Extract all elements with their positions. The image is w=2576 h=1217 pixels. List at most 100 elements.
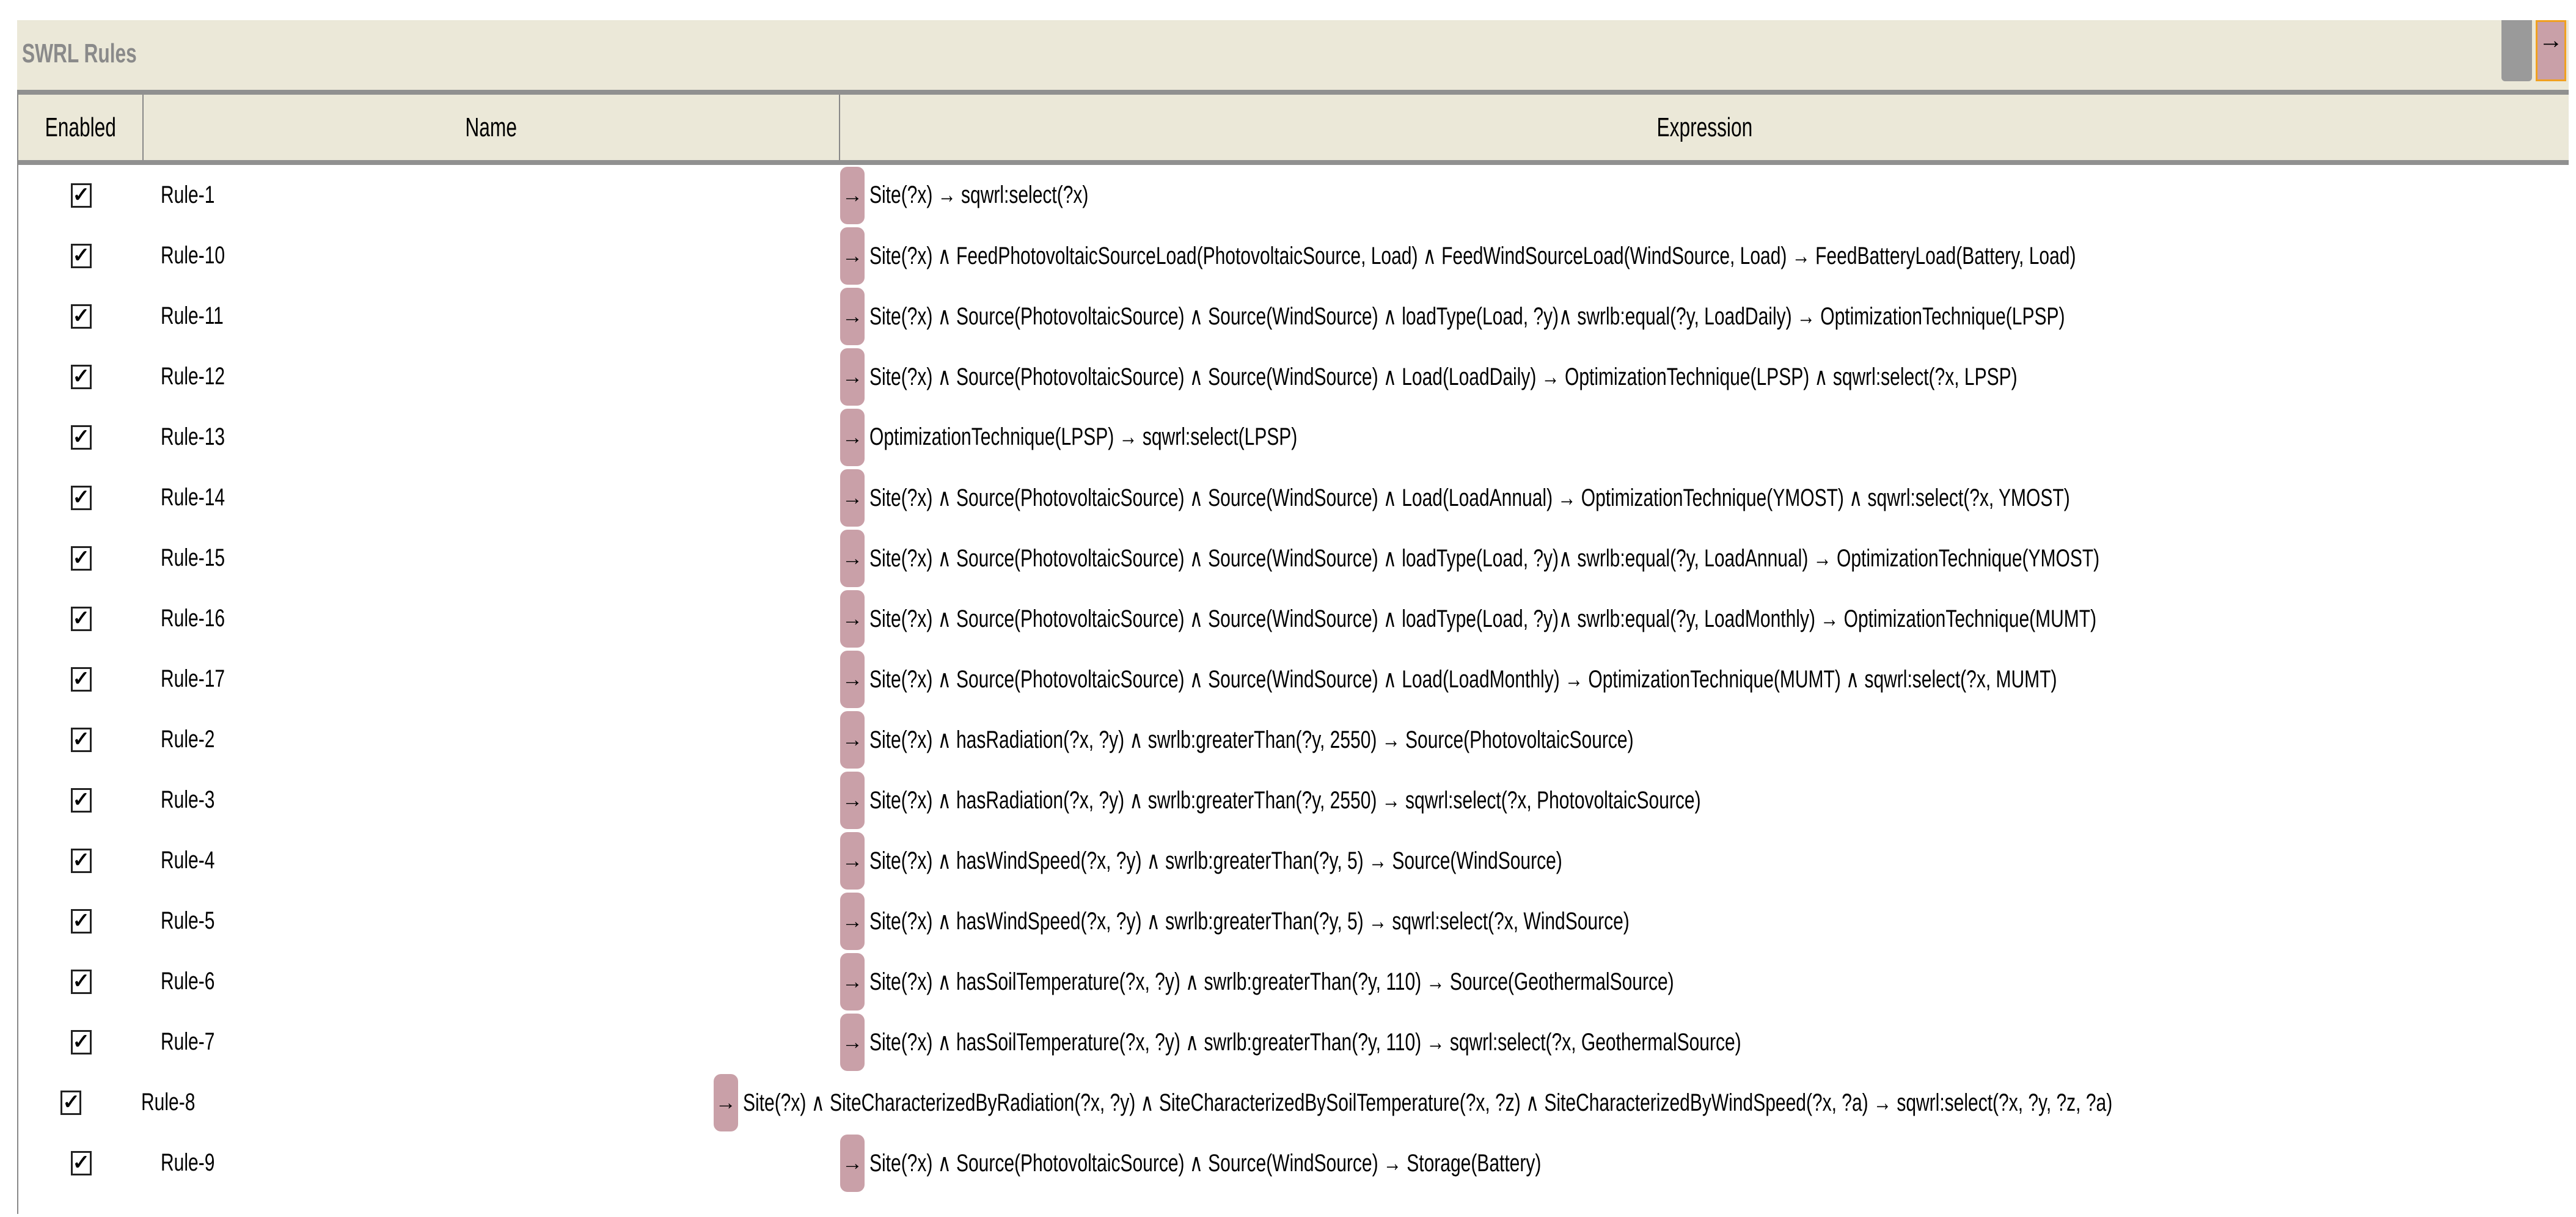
rule-name-text: Rule-13 — [161, 423, 225, 450]
table-body: ✓ Rule-1 → Site(?x) → sqwrl:select(?x) ✓ R… — [18, 165, 2569, 1193]
table-row[interactable]: ✓ Rule-9 → Site(?x) ∧ Source(Photovoltaic… — [18, 1133, 2569, 1193]
add-rule-button[interactable]: → — [2536, 20, 2566, 81]
rule-name-text: Rule-11 — [161, 302, 224, 329]
enabled-checkbox[interactable]: ✓ — [70, 546, 92, 571]
rule-expression-text: Site(?x) ∧ hasRadiation(?x, ?y) ∧ swrlb:… — [869, 726, 1634, 753]
rule-name[interactable]: Rule-5 — [144, 907, 840, 935]
rule-name[interactable]: Rule-6 — [144, 968, 840, 995]
table-row[interactable]: ✓ Rule-12 → Site(?x) ∧ Source(Photovoltai… — [18, 346, 2569, 407]
rule-expression[interactable]: → Site(?x) ∧ FeedPhotovoltaicSourceLoad(P… — [840, 227, 2569, 285]
column-label: Expression — [1656, 112, 1752, 142]
rule-expression-text: Site(?x) ∧ hasRadiation(?x, ?y) ∧ swrlb:… — [869, 786, 1701, 814]
enabled-checkbox[interactable]: ✓ — [70, 364, 92, 389]
column-header-expression[interactable]: Expression — [840, 95, 2569, 160]
rule-arrow-icon: → — [840, 711, 865, 769]
rule-name[interactable]: Rule-10 — [144, 242, 840, 269]
rule-arrow-icon: → — [840, 1013, 865, 1071]
rule-arrow-icon: → — [840, 952, 865, 1011]
rule-expression[interactable]: → Site(?x) ∧ Source(PhotovoltaicSource) ∧… — [840, 348, 2569, 406]
rule-name[interactable]: Rule-15 — [144, 544, 840, 572]
rule-expression[interactable]: → Site(?x) ∧ hasSoilTemperature(?x, ?y) ∧… — [840, 952, 2569, 1011]
enabled-cell: ✓ — [18, 969, 144, 994]
table-row[interactable]: ✓ Rule-17 → Site(?x) ∧ Source(Photovoltai… — [18, 649, 2569, 709]
rule-name[interactable]: Rule-7 — [144, 1028, 840, 1056]
rule-name[interactable]: Rule-2 — [144, 726, 840, 753]
table-row[interactable]: ✓ Rule-11 → Site(?x) ∧ Source(Photovoltai… — [18, 286, 2569, 346]
enabled-checkbox[interactable]: ✓ — [70, 788, 92, 813]
table-row[interactable]: ✓ Rule-3 → Site(?x) ∧ hasRadiation(?x, ?y… — [18, 770, 2569, 830]
rule-name[interactable]: Rule-4 — [144, 847, 840, 874]
enabled-checkbox[interactable]: ✓ — [70, 425, 92, 450]
table-row[interactable]: ✓ Rule-8 → Site(?x) ∧ SiteCharacterizedBy… — [18, 1072, 2569, 1133]
table-row[interactable]: ✓ Rule-5 → Site(?x) ∧ hasWindSpeed(?x, ?y… — [18, 891, 2569, 951]
table-row[interactable]: ✓ Rule-14 → Site(?x) ∧ Source(Photovoltai… — [18, 467, 2569, 528]
enabled-checkbox[interactable]: ✓ — [70, 606, 92, 631]
rule-expression[interactable]: → Site(?x) ∧ hasRadiation(?x, ?y) ∧ swrlb… — [840, 711, 2569, 769]
rule-expression-text: Site(?x) ∧ hasWindSpeed(?x, ?y) ∧ swrlb:… — [869, 907, 1630, 935]
enabled-checkbox[interactable]: ✓ — [70, 969, 92, 994]
enabled-cell: ✓ — [18, 788, 144, 813]
rule-expression-text: Site(?x) ∧ hasWindSpeed(?x, ?y) ∧ swrlb:… — [869, 847, 1562, 874]
enabled-checkbox[interactable]: ✓ — [70, 848, 92, 873]
enabled-checkbox[interactable]: ✓ — [60, 1090, 82, 1115]
rule-name-text: Rule-14 — [161, 484, 225, 511]
enabled-checkbox[interactable]: ✓ — [70, 183, 92, 208]
rule-name[interactable]: Rule-13 — [144, 423, 840, 451]
rule-name[interactable]: Rule-8 — [124, 1089, 714, 1116]
rule-expression[interactable]: → Site(?x) ∧ Source(PhotovoltaicSource) ∧… — [840, 529, 2569, 587]
table-row[interactable]: ✓ Rule-10 → Site(?x) ∧ FeedPhotovoltaicSo… — [18, 225, 2569, 286]
rule-expression[interactable]: → Site(?x) ∧ Source(PhotovoltaicSource) ∧… — [840, 1134, 2569, 1192]
rule-expression[interactable]: → Site(?x) ∧ hasWindSpeed(?x, ?y) ∧ swrlb… — [840, 892, 2569, 950]
rule-expression-text: Site(?x) ∧ Source(PhotovoltaicSource) ∧ … — [869, 302, 2065, 330]
rule-name[interactable]: Rule-1 — [144, 181, 840, 209]
rule-expression[interactable]: → Site(?x) ∧ Source(PhotovoltaicSource) ∧… — [840, 287, 2569, 345]
enabled-cell: ✓ — [18, 304, 144, 329]
enabled-cell: ✓ — [18, 1029, 144, 1054]
enabled-checkbox[interactable]: ✓ — [70, 1150, 92, 1175]
rule-expression[interactable]: → Site(?x) ∧ hasRadiation(?x, ?y) ∧ swrlb… — [840, 771, 2569, 829]
rule-name[interactable]: Rule-16 — [144, 605, 840, 632]
table-row[interactable]: ✓ Rule-16 → Site(?x) ∧ Source(Photovoltai… — [18, 588, 2569, 649]
table-row[interactable]: ✓ Rule-2 → Site(?x) ∧ hasRadiation(?x, ?y… — [18, 709, 2569, 770]
rule-arrow-icon: → — [840, 590, 865, 648]
rule-name[interactable]: Rule-12 — [144, 363, 840, 390]
delete-rule-button[interactable] — [2501, 20, 2532, 81]
rule-expression[interactable]: → Site(?x) ∧ hasSoilTemperature(?x, ?y) ∧… — [840, 1013, 2569, 1071]
table-row[interactable]: ✓ Rule-13 → OptimizationTechnique(LPSP) →… — [18, 407, 2569, 467]
table-row[interactable]: ✓ Rule-1 → Site(?x) → sqwrl:select(?x) — [18, 165, 2569, 225]
rule-name[interactable]: Rule-17 — [144, 665, 840, 693]
column-header-name[interactable]: Name — [144, 95, 840, 160]
enabled-checkbox[interactable]: ✓ — [70, 485, 92, 510]
rule-expression[interactable]: → Site(?x) ∧ Source(PhotovoltaicSource) ∧… — [840, 650, 2569, 708]
enabled-checkbox[interactable]: ✓ — [70, 243, 92, 268]
rule-expression-text: Site(?x) ∧ hasSoilTemperature(?x, ?y) ∧ … — [869, 968, 1674, 995]
rule-name[interactable]: Rule-14 — [144, 484, 840, 511]
enabled-checkbox[interactable]: ✓ — [70, 1029, 92, 1054]
rule-expression-text: Site(?x) ∧ hasSoilTemperature(?x, ?y) ∧ … — [869, 1028, 1741, 1056]
rule-arrow-icon: → — [840, 892, 865, 950]
table-row[interactable]: ✓ Rule-15 → Site(?x) ∧ Source(Photovoltai… — [18, 528, 2569, 588]
table-row[interactable]: ✓ Rule-7 → Site(?x) ∧ hasSoilTemperature(… — [18, 1012, 2569, 1072]
rule-expression[interactable]: → Site(?x) ∧ Source(PhotovoltaicSource) ∧… — [840, 469, 2569, 527]
enabled-checkbox[interactable]: ✓ — [70, 667, 92, 692]
rule-expression[interactable]: → Site(?x) ∧ SiteCharacterizedByRadiation… — [713, 1073, 2569, 1131]
rule-arrow-icon: → — [840, 469, 865, 527]
rule-expression-text: Site(?x) ∧ Source(PhotovoltaicSource) ∧ … — [869, 363, 2018, 390]
rule-expression[interactable]: → OptimizationTechnique(LPSP) → sqwrl:sel… — [840, 408, 2569, 466]
rule-name[interactable]: Rule-3 — [144, 786, 840, 814]
table-row[interactable]: ✓ Rule-6 → Site(?x) ∧ hasSoilTemperature(… — [18, 951, 2569, 1012]
enabled-cell: ✓ — [18, 243, 144, 268]
rule-expression[interactable]: → Site(?x) ∧ hasWindSpeed(?x, ?y) ∧ swrlb… — [840, 831, 2569, 890]
rule-name[interactable]: Rule-11 — [144, 302, 840, 330]
enabled-checkbox[interactable]: ✓ — [70, 727, 92, 752]
enabled-cell: ✓ — [18, 364, 144, 389]
rule-name[interactable]: Rule-9 — [144, 1149, 840, 1177]
rules-table: Enabled Name Expression ✓ Rule-1 → Site(?… — [17, 90, 2569, 1214]
column-header-enabled[interactable]: Enabled — [18, 95, 144, 160]
rule-expression[interactable]: → Site(?x) → sqwrl:select(?x) — [840, 166, 2569, 224]
enabled-cell: ✓ — [18, 425, 144, 450]
rule-expression[interactable]: → Site(?x) ∧ Source(PhotovoltaicSource) ∧… — [840, 590, 2569, 648]
enabled-checkbox[interactable]: ✓ — [70, 304, 92, 329]
enabled-checkbox[interactable]: ✓ — [70, 908, 92, 934]
table-row[interactable]: ✓ Rule-4 → Site(?x) ∧ hasWindSpeed(?x, ?y… — [18, 830, 2569, 891]
